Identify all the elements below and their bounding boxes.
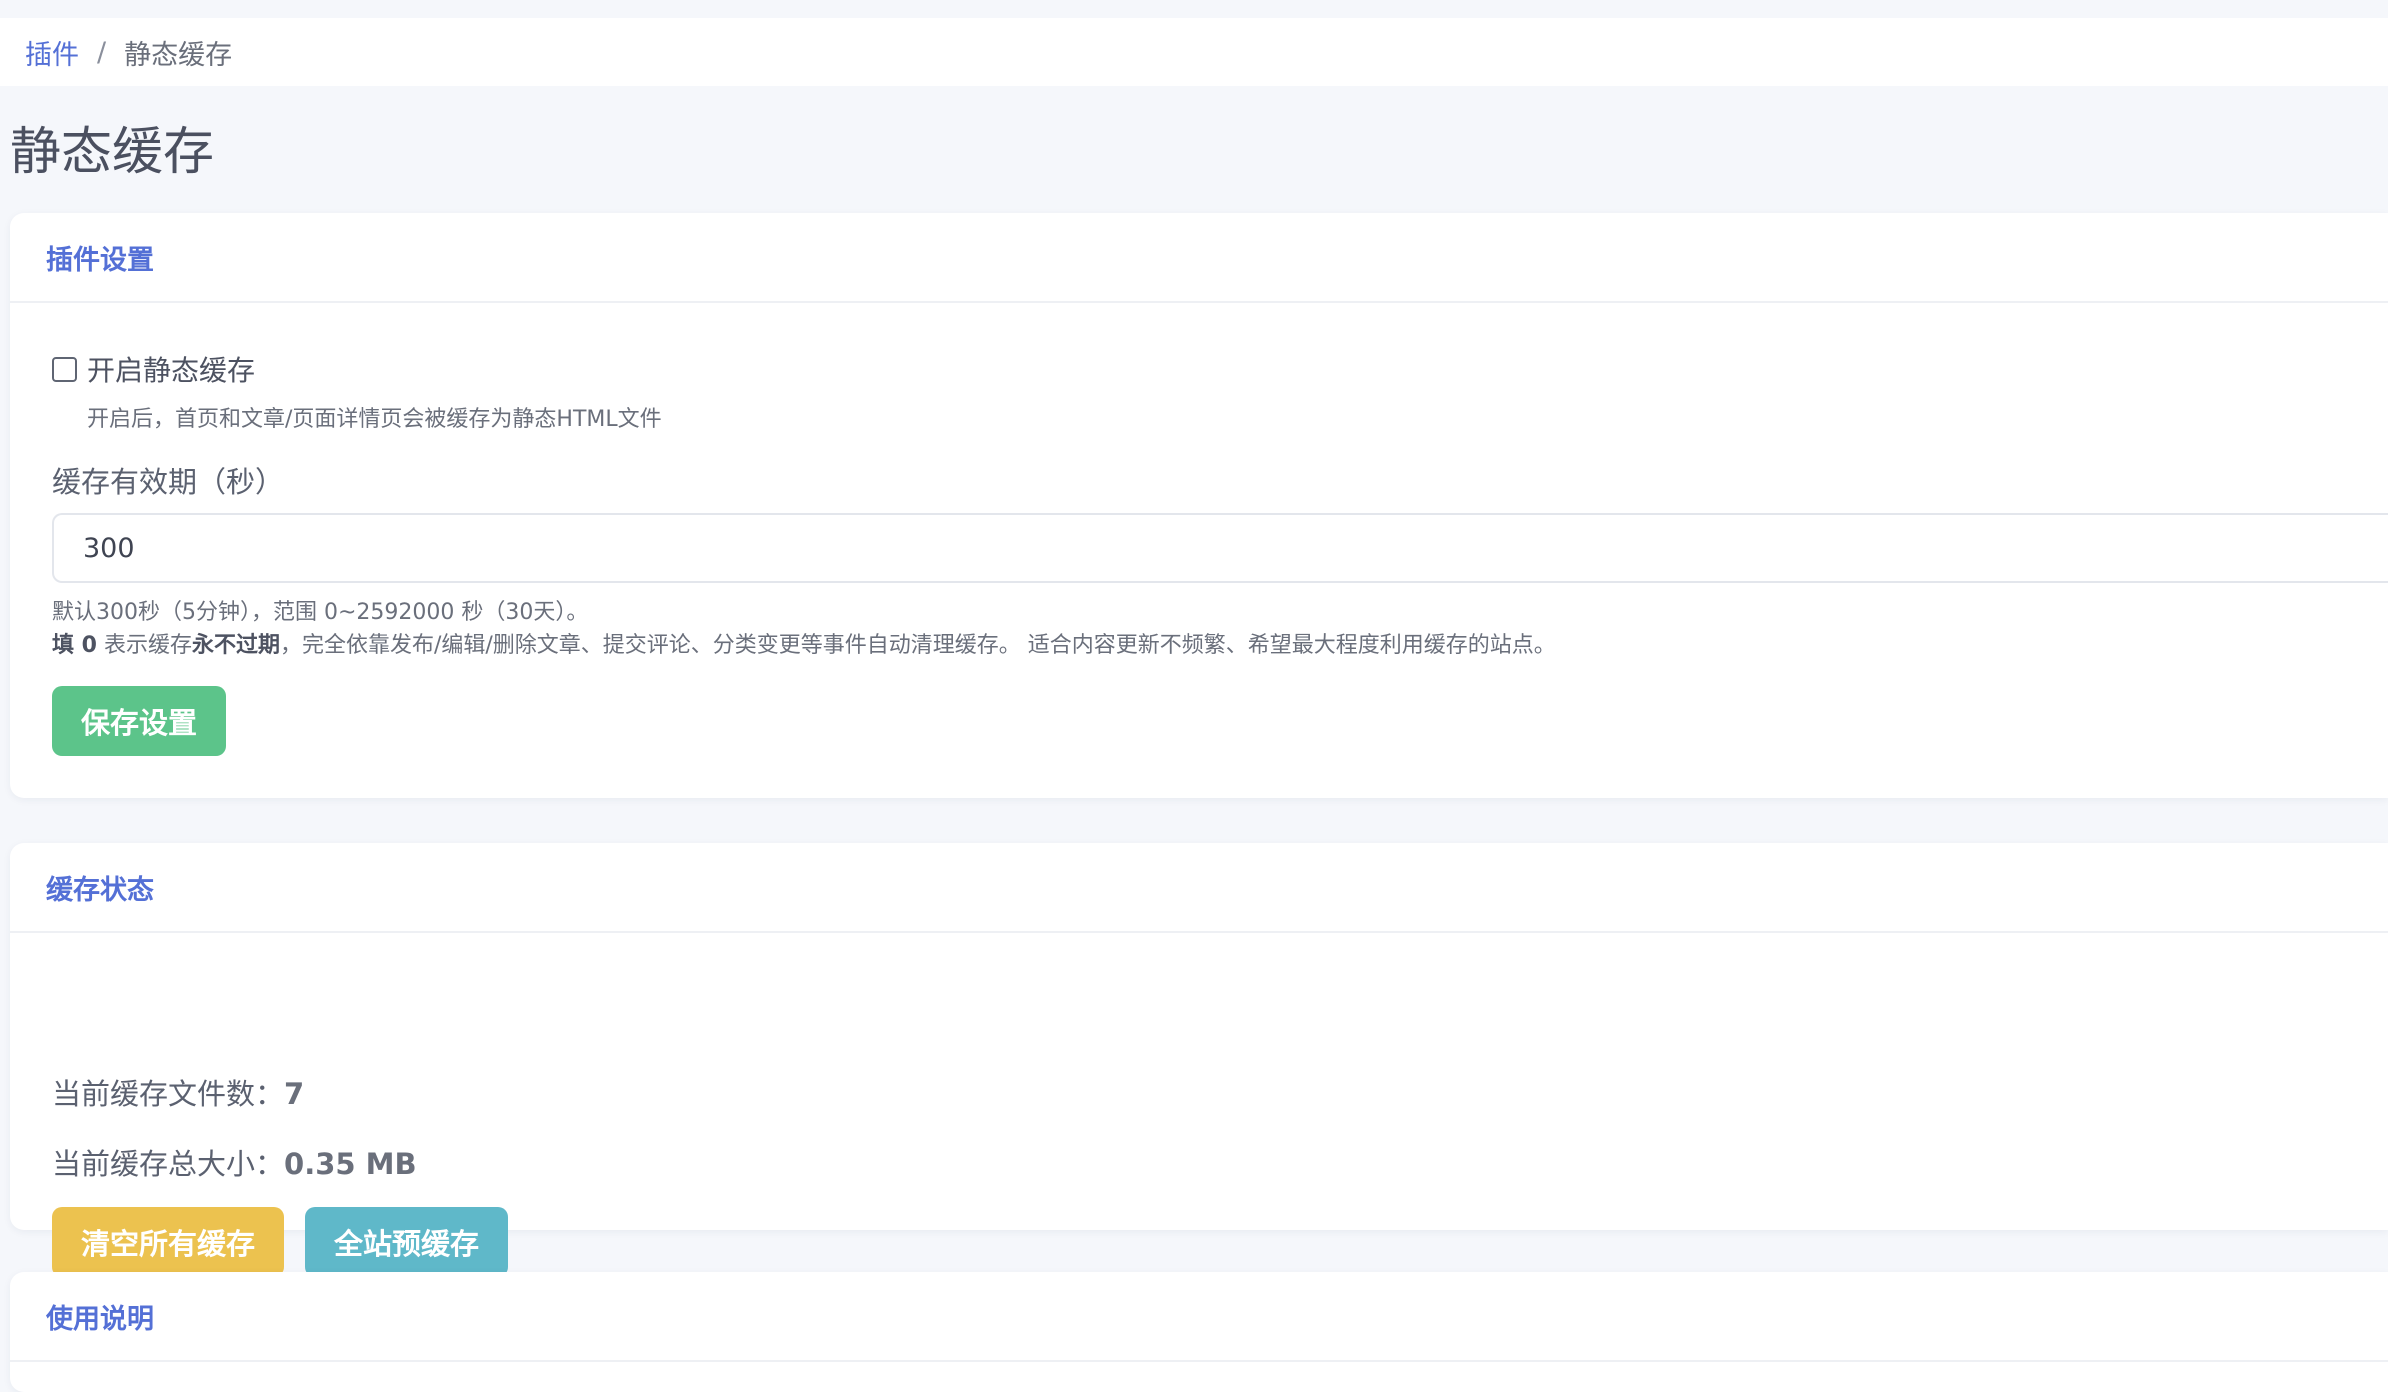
cache-ttl-label: 缓存有效期（秒） xyxy=(52,465,285,499)
clear-all-cache-button[interactable]: 清空所有缓存 xyxy=(52,1207,284,1277)
cache-file-count-label: 当前缓存文件数： xyxy=(52,1077,285,1111)
cache-ttl-value: 300 xyxy=(83,532,135,564)
usage-instructions-header: 使用说明 xyxy=(10,1272,2388,1362)
cache-ttl-input[interactable]: 300 xyxy=(52,513,2388,583)
help-zero-strong: 填 0 xyxy=(52,633,97,658)
breadcrumb-link-plugins[interactable]: 插件 xyxy=(25,33,79,72)
enable-cache-toggle[interactable]: 开启静态缓存 xyxy=(52,349,255,389)
cache-ttl-help-zero: 填 0 表示缓存永不过期，完全依靠发布/编辑/删除文章、提交评论、分类变更等事件… xyxy=(52,627,1556,659)
preload-site-cache-button[interactable]: 全站预缓存 xyxy=(305,1207,508,1277)
cache-total-size: 当前缓存总大小：0.35 MB xyxy=(52,1141,417,1183)
page-title: 静态缓存 xyxy=(10,123,215,182)
cache-total-size-label: 当前缓存总大小： xyxy=(52,1147,285,1181)
help-zero-text-a: 表示缓存 xyxy=(96,633,192,658)
enable-cache-checkbox[interactable] xyxy=(52,356,77,382)
help-zero-text-b: ，完全依靠发布/编辑/删除文章、提交评论、分类变更等事件自动清理缓存。 适合内容… xyxy=(279,633,1556,658)
cache-status-header: 缓存状态 xyxy=(10,843,2388,933)
enable-cache-help: 开启后，首页和文章/页面详情页会被缓存为静态HTML文件 xyxy=(87,407,662,432)
cache-file-count-value: 7 xyxy=(284,1077,305,1111)
usage-instructions-card: 使用说明 xyxy=(10,1272,2388,1392)
breadcrumb-current: 静态缓存 xyxy=(124,39,233,71)
enable-cache-label: 开启静态缓存 xyxy=(87,354,256,387)
cache-status-card: 缓存状态 当前缓存文件数：7 当前缓存总大小：0.35 MB 清空所有缓存 全站… xyxy=(10,843,2388,1277)
plugin-settings-header: 插件设置 xyxy=(10,213,2388,303)
breadcrumb: 插件 / 静态缓存 xyxy=(0,18,2388,86)
cache-total-size-value: 0.35 MB xyxy=(284,1147,417,1181)
plugin-settings-card: 插件设置 开启静态缓存 开启后，首页和文章/页面详情页会被缓存为静态HTML文件… xyxy=(10,213,2388,798)
save-settings-button[interactable]: 保存设置 xyxy=(52,686,226,756)
breadcrumb-separator: / xyxy=(97,36,107,68)
cache-ttl-help-range: 默认300秒（5分钟），范围 0~2592000 秒（30天）。 xyxy=(52,600,589,625)
cache-file-count: 当前缓存文件数：7 xyxy=(52,1071,304,1113)
help-never-expire-strong: 永不过期 xyxy=(191,633,280,658)
